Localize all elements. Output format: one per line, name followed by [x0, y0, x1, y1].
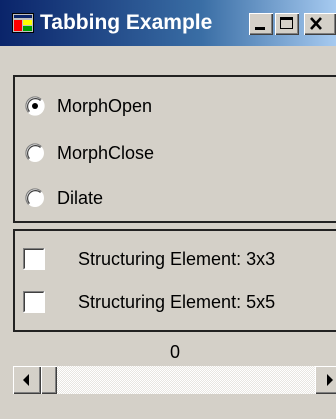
radio-label: Dilate: [57, 188, 104, 208]
radio-label: MorphOpen: [57, 96, 153, 116]
checkbox-label: Structuring Element: 5x5: [78, 292, 276, 312]
scroll-left-button[interactable]: [13, 366, 41, 394]
checkbox-icon[interactable]: [23, 291, 45, 313]
scroll-thumb[interactable]: [41, 366, 57, 394]
minimize-button[interactable]: [249, 13, 273, 35]
maximize-button[interactable]: [275, 13, 299, 35]
close-button[interactable]: [304, 13, 336, 35]
checkbox-label: Structuring Element: 3x3: [78, 249, 276, 269]
title-bar[interactable]: Tabbing Example: [0, 0, 336, 46]
structuring-element-group: Structuring Element: 3x3 Structuring Ele…: [13, 229, 336, 332]
radio-label: MorphClose: [57, 143, 155, 163]
slider-value-label: 0: [170, 342, 181, 362]
app-icon[interactable]: [12, 13, 34, 33]
checkbox-icon[interactable]: [23, 248, 45, 270]
morph-operation-group: MorphOpen MorphClose Dilate: [13, 75, 336, 223]
radio-dilate[interactable]: Dilate: [15, 184, 335, 212]
radio-morphopen[interactable]: MorphOpen: [15, 92, 335, 120]
radio-unselected-icon[interactable]: [25, 143, 45, 163]
checkbox-5x5[interactable]: Structuring Element: 5x5: [15, 289, 335, 317]
radio-unselected-icon[interactable]: [25, 188, 45, 208]
scroll-right-button[interactable]: [315, 366, 336, 394]
app-window: Tabbing Example MorphOpen MorphClose Dil…: [0, 0, 336, 419]
horizontal-scrollbar[interactable]: [13, 366, 336, 394]
radio-selected-icon[interactable]: [25, 96, 45, 116]
checkbox-3x3[interactable]: Structuring Element: 3x3: [15, 246, 335, 274]
window-title: Tabbing Example: [40, 11, 213, 34]
radio-morphclose[interactable]: MorphClose: [15, 139, 335, 167]
